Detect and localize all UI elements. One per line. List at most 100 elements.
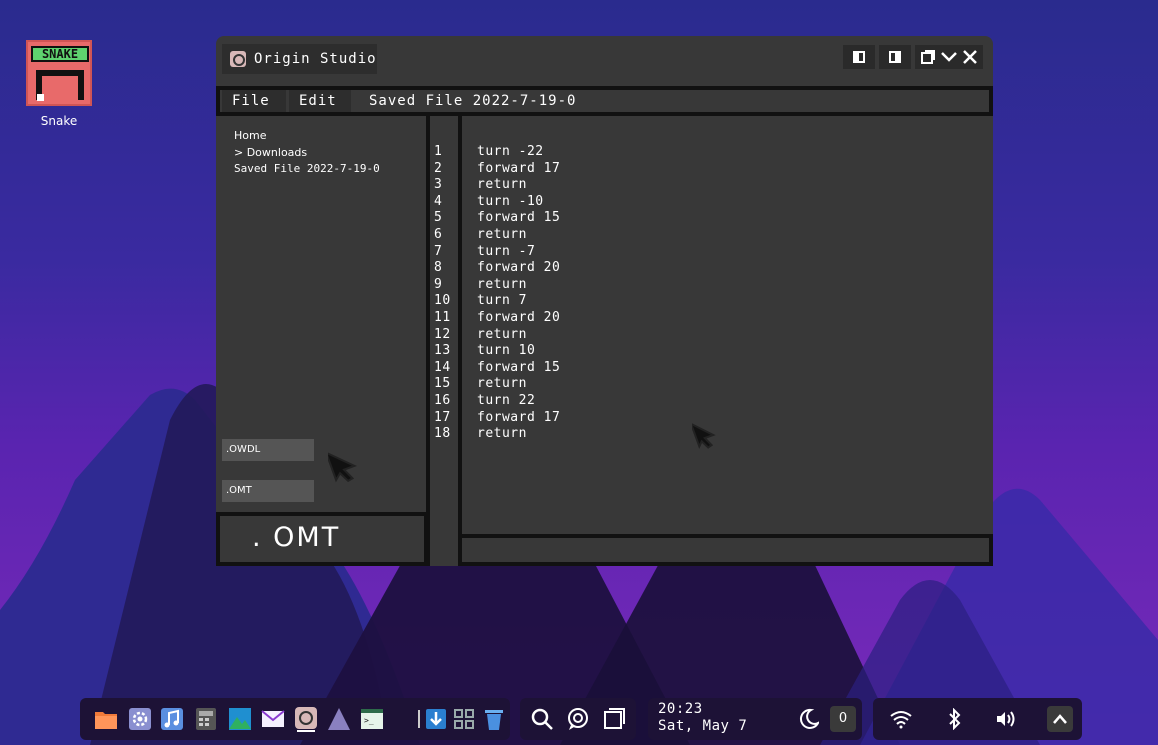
file-tree: Home > Downloads Saved File 2022-7-19-0 xyxy=(234,128,380,178)
code-line[interactable]: turn -22 xyxy=(477,144,560,161)
bluetooth-icon[interactable] xyxy=(943,707,967,731)
split-left-icon xyxy=(853,51,865,63)
search-icon[interactable] xyxy=(530,707,554,731)
code-line[interactable]: return xyxy=(477,426,560,443)
terminal-icon[interactable]: >_ xyxy=(360,707,384,731)
line-number: 12 xyxy=(434,326,451,342)
expand-up-icon[interactable] xyxy=(1047,706,1073,732)
line-number: 8 xyxy=(434,260,443,276)
wifi-icon[interactable] xyxy=(889,707,913,731)
code-line[interactable]: forward 20 xyxy=(477,310,560,327)
line-number: 1 xyxy=(434,144,443,159)
desktop-icon-snake[interactable]: SNAKE Snake xyxy=(20,40,98,128)
mail-icon[interactable] xyxy=(261,707,285,731)
line-number: 10 xyxy=(434,293,451,309)
window-title-text: Origin Studio xyxy=(254,51,377,67)
code-line[interactable]: forward 15 xyxy=(477,360,560,377)
snap-left-button[interactable] xyxy=(843,45,875,69)
assistant-icon[interactable] xyxy=(566,707,590,731)
window-title: Origin Studio xyxy=(222,44,377,74)
taskbar-system xyxy=(520,698,636,740)
taskbar-tray xyxy=(873,698,1082,740)
minimize-chevron-icon[interactable] xyxy=(941,50,957,64)
menu-edit[interactable]: Edit xyxy=(289,90,351,112)
snake-game-icon: SNAKE xyxy=(26,40,92,106)
file-extension-label: . OMT xyxy=(216,512,428,566)
clock-date: Sat, May 7 xyxy=(658,718,748,734)
volume-icon[interactable] xyxy=(993,707,1017,731)
origin-studio-window: Origin Studio File Edit Saved File 2022-… xyxy=(216,36,993,566)
line-number-gutter: 1 2 3 4 5 6 7 8 9 10 11 12 13 14 15 16 17 18 xyxy=(434,144,464,443)
line-number: 13 xyxy=(434,343,451,359)
settings-icon[interactable] xyxy=(128,707,152,731)
svg-text:>_: >_ xyxy=(364,716,374,725)
snake-banner: SNAKE xyxy=(31,46,89,62)
photos-icon[interactable] xyxy=(228,707,252,731)
code-line[interactable]: turn 22 xyxy=(477,393,560,410)
owdl-button[interactable]: .OWDL xyxy=(222,439,314,461)
windows-icon[interactable] xyxy=(602,707,626,731)
install-icon[interactable] xyxy=(424,707,448,731)
code-line[interactable]: forward 15 xyxy=(477,210,560,227)
editor-pointer-icon xyxy=(692,421,716,450)
menu-file[interactable]: File xyxy=(222,90,286,112)
taskbar-clock[interactable]: 20:23 Sat, May 7 0 xyxy=(648,698,862,740)
calculator-icon[interactable] xyxy=(194,707,218,731)
code-line[interactable]: forward 17 xyxy=(477,161,560,178)
line-number: 11 xyxy=(434,309,451,325)
line-number: 18 xyxy=(434,426,451,442)
line-number: 16 xyxy=(434,392,451,408)
mouse-pointer-icon xyxy=(328,450,357,483)
snap-right-button[interactable] xyxy=(879,45,911,69)
tree-item-home[interactable]: Home xyxy=(234,128,380,145)
desktop-icon-label: Snake xyxy=(40,114,78,128)
code-line[interactable]: turn 10 xyxy=(477,343,560,360)
line-number: 9 xyxy=(434,276,443,292)
trash-icon[interactable] xyxy=(482,707,506,731)
line-number: 6 xyxy=(434,226,443,242)
title-bar[interactable]: Origin Studio xyxy=(216,36,993,86)
code-line[interactable]: return xyxy=(477,177,560,194)
restore-icon[interactable] xyxy=(921,50,935,64)
apps-grid-icon[interactable] xyxy=(452,707,476,731)
music-icon[interactable] xyxy=(160,707,184,731)
code-line[interactable]: forward 20 xyxy=(477,260,560,277)
omt-button[interactable]: .OMT xyxy=(222,480,314,502)
split-right-icon xyxy=(889,51,901,63)
moon-icon[interactable] xyxy=(796,707,820,731)
menu-bar: File Edit Saved File 2022-7-19-0 xyxy=(216,86,993,116)
line-number: 17 xyxy=(434,409,451,425)
notification-count[interactable]: 0 xyxy=(830,706,856,732)
triangle-app-icon[interactable] xyxy=(327,707,351,731)
window-controls xyxy=(843,45,983,69)
line-number: 7 xyxy=(434,243,443,259)
code-line[interactable]: return xyxy=(477,327,560,344)
origin-studio-icon[interactable] xyxy=(294,707,318,732)
files-icon[interactable] xyxy=(94,707,118,731)
line-number: 3 xyxy=(434,177,443,193)
line-number: 2 xyxy=(434,160,443,176)
tree-item-downloads[interactable]: > Downloads xyxy=(234,145,380,162)
code-line[interactable]: forward 17 xyxy=(477,410,560,427)
editor-status-bar xyxy=(458,534,993,566)
line-number: 5 xyxy=(434,210,443,226)
code-line[interactable]: turn -10 xyxy=(477,194,560,211)
line-number: 4 xyxy=(434,193,443,209)
origin-studio-icon xyxy=(230,51,246,67)
file-sidebar: Home > Downloads Saved File 2022-7-19-0 … xyxy=(216,116,428,566)
code-line[interactable]: return xyxy=(477,277,560,294)
close-icon[interactable] xyxy=(963,50,977,64)
taskbar-separator xyxy=(418,710,420,728)
window-buttons xyxy=(915,45,983,69)
code-line[interactable]: turn -7 xyxy=(477,244,560,261)
code-line[interactable]: turn 7 xyxy=(477,293,560,310)
line-number: 15 xyxy=(434,376,451,392)
code-line[interactable]: return xyxy=(477,227,560,244)
open-file-name: Saved File 2022-7-19-0 xyxy=(369,93,577,109)
clock-time: 20:23 xyxy=(658,701,703,717)
taskbar-apps: >_ xyxy=(80,698,510,740)
tree-item-saved-file[interactable]: Saved File 2022-7-19-0 xyxy=(234,161,380,178)
line-number: 14 xyxy=(434,359,451,375)
code-line[interactable]: return xyxy=(477,376,560,393)
code-editor[interactable]: turn -22 forward 17 return turn -10 forward … xyxy=(477,144,560,443)
